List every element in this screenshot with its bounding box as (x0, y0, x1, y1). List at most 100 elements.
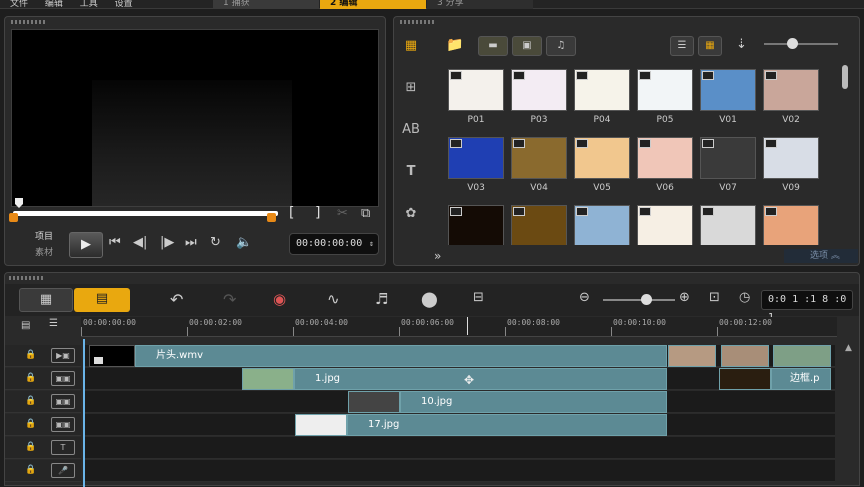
media-library-icon[interactable]: ▦ (400, 37, 422, 55)
lock-icon[interactable]: 🔒 (25, 373, 36, 383)
panel-grip[interactable] (11, 20, 47, 24)
zoom-in-icon[interactable]: ⊕ (679, 290, 690, 305)
step-tab-share[interactable]: 3 分享 (427, 0, 533, 9)
library-thumbnail[interactable] (637, 137, 693, 179)
go-start-icon[interactable]: ⏮ (109, 235, 121, 250)
video-clip-next[interactable] (773, 345, 831, 367)
library-thumbnail[interactable] (700, 205, 756, 245)
play-button[interactable]: ▶ (69, 232, 103, 258)
panel-grip[interactable] (9, 276, 45, 280)
thumbnail-size-slider[interactable] (764, 43, 838, 45)
motion-track-icon[interactable]: ⬤ (421, 290, 438, 308)
library-thumbnail[interactable] (700, 137, 756, 179)
mode-project[interactable]: 项目 (35, 229, 53, 242)
library-thumbnail[interactable] (448, 137, 504, 179)
project-duration[interactable]: 0:0 1 :1 8 :0 1 (761, 290, 853, 323)
prev-frame-icon[interactable]: ◀| (133, 235, 147, 250)
zoom-out-icon[interactable]: ⊖ (579, 290, 590, 305)
timeline-playhead[interactable] (83, 339, 85, 487)
trim-end-marker[interactable] (267, 213, 276, 222)
audio-mixer-icon[interactable]: ∿ (327, 290, 340, 308)
voice-track-icon[interactable]: 🎤 (51, 463, 75, 478)
library-thumbnail[interactable] (448, 69, 504, 111)
thumbnail-view-button[interactable]: ▦ (698, 36, 722, 56)
overlay-clip-thumb[interactable] (295, 414, 347, 436)
overlay-clip-border[interactable]: 边框.p (771, 368, 831, 390)
library-scrollbar[interactable] (842, 65, 848, 89)
library-thumbnail[interactable] (763, 205, 819, 245)
scroll-up-icon[interactable]: ▲ (845, 343, 852, 353)
title-track[interactable] (83, 437, 835, 459)
list-view-button[interactable]: ☰ (670, 36, 694, 56)
lock-icon[interactable]: 🔒 (25, 396, 36, 406)
voice-track[interactable] (83, 460, 835, 482)
library-thumbnail[interactable] (448, 205, 504, 245)
timeline-ruler[interactable]: 00:00:00:00 00:00:02:00 00:00:04:00 00:00:0… (81, 317, 837, 337)
undo-icon[interactable]: ↶ (170, 290, 183, 309)
fit-project-icon[interactable]: ⊡ (709, 290, 720, 305)
lock-icon[interactable]: 🔒 (25, 419, 36, 429)
video-track-icon[interactable]: ▶▣ (51, 348, 75, 363)
library-thumbnail[interactable] (637, 69, 693, 111)
trim-start-marker[interactable] (9, 213, 18, 222)
video-clip-title[interactable]: 片头.wmv (135, 345, 667, 367)
step-tab-capture[interactable]: 1 捕获 (213, 0, 319, 9)
library-thumbnail[interactable] (574, 137, 630, 179)
library-thumbnail[interactable] (637, 205, 693, 245)
enlarge-preview-icon[interactable]: ⧉ (361, 206, 370, 221)
scrubber-bar[interactable] (13, 211, 278, 216)
storyboard-view-button[interactable]: ▦ (19, 288, 73, 312)
timecode-spinner-icon[interactable]: ⇕ (369, 234, 374, 254)
title-track-icon[interactable]: T (51, 440, 75, 455)
filter-video-button[interactable]: ▬ (478, 36, 508, 56)
title-icon[interactable]: T (400, 163, 422, 181)
library-thumbnail[interactable] (700, 69, 756, 111)
lock-icon[interactable]: 🔒 (25, 465, 36, 475)
folder-icon[interactable]: 📁 (446, 37, 463, 53)
sort-icon[interactable]: ⇣ (736, 37, 747, 52)
menu-file[interactable]: 文件 (10, 0, 28, 9)
menu-tools[interactable]: 工具 (80, 0, 98, 9)
step-tab-edit[interactable]: 2 编辑 (320, 0, 426, 9)
overlay-track-icon[interactable]: ▣▣ (51, 394, 75, 409)
transition-thumb[interactable] (668, 345, 716, 367)
zoom-slider[interactable] (603, 299, 675, 301)
track-manager-icon[interactable]: ▤ (21, 320, 30, 331)
overlay-clip-2[interactable]: 10.jpg (400, 391, 667, 413)
next-frame-icon[interactable]: |▶ (160, 235, 174, 250)
library-thumbnail[interactable] (511, 137, 567, 179)
menu-edit[interactable]: 编辑 (45, 0, 63, 9)
go-end-icon[interactable]: ⏭ (185, 235, 197, 250)
repeat-icon[interactable]: ↻ (210, 235, 221, 250)
redo-icon[interactable]: ↷ (223, 290, 236, 309)
chapter-list-icon[interactable]: ☰ (49, 318, 58, 329)
overlay-track-icon[interactable]: ▣▣ (51, 417, 75, 432)
thumbnail-size-handle[interactable] (787, 38, 798, 49)
overlay-track-icon[interactable]: ▣▣ (51, 371, 75, 386)
library-thumbnail[interactable] (763, 69, 819, 111)
volume-icon[interactable]: 🔈 (236, 235, 252, 250)
menu-settings[interactable]: 设置 (115, 0, 133, 9)
record-capture-icon[interactable]: ◉ (273, 290, 286, 308)
overlay-clip-thumb[interactable] (348, 391, 400, 413)
subtitle-editor-icon[interactable]: ⊟ (473, 290, 484, 305)
mark-in-button[interactable]: [ (289, 205, 294, 221)
filter-audio-button[interactable]: ♫ (546, 36, 576, 56)
effects-icon[interactable]: ✿ (400, 205, 422, 223)
library-thumbnail[interactable] (511, 69, 567, 111)
panel-grip[interactable] (400, 20, 436, 24)
zoom-slider-handle[interactable] (641, 294, 652, 305)
mode-clip[interactable]: 素材 (35, 245, 53, 258)
split-clip-icon[interactable]: ✂ (337, 206, 348, 221)
transition-thumb[interactable] (721, 345, 769, 367)
lock-icon[interactable]: 🔒 (25, 442, 36, 452)
lock-icon[interactable]: 🔒 (25, 350, 36, 360)
filter-photo-button[interactable]: ▣ (512, 36, 542, 56)
video-clip-thumb[interactable] (89, 345, 135, 367)
library-thumbnail[interactable] (574, 205, 630, 245)
preview-timecode[interactable]: 00:00:00:00 ⇕ (289, 233, 379, 255)
library-thumbnail[interactable] (574, 69, 630, 111)
library-thumbnail[interactable] (763, 137, 819, 179)
mark-out-button[interactable]: ] (315, 205, 320, 221)
expand-icon[interactable]: » (434, 249, 441, 263)
